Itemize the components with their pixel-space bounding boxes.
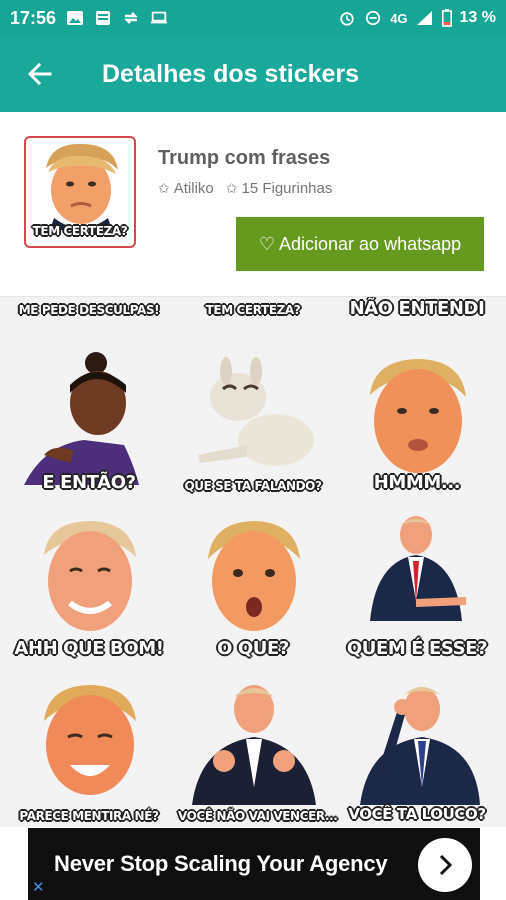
sticker-item[interactable]: AHH QUE BOM!	[14, 511, 164, 661]
laptop-icon	[150, 11, 168, 24]
sticker-caption: ME PEDE DESCULPAS!	[18, 303, 160, 317]
sticker-item[interactable]: QUEM É ESSE?	[342, 511, 492, 661]
battery-icon	[441, 9, 452, 27]
ad-text: Never Stop Scaling Your Agency	[54, 851, 388, 876]
ad-close-icon[interactable]: ✕	[32, 880, 48, 896]
pack-meta: ✩ Atiliko ✩ 15 Figurinhas	[158, 180, 332, 197]
sticker-grid: ME PEDE DESCULPAS! TEM CERTEZA? NÃO ENTE…	[0, 297, 506, 827]
sticker-item[interactable]: TEM CERTEZA?	[178, 297, 328, 319]
sticker-item[interactable]: PARECE MENTIRA NÉ?	[14, 675, 164, 825]
sticker-caption: TEM CERTEZA?	[205, 303, 301, 317]
sticker-caption: PARECE MENTIRA NÉ?	[19, 809, 159, 823]
sticker-item[interactable]: O QUE?	[178, 511, 328, 661]
trump-fists-image	[192, 685, 316, 805]
sticker-item[interactable]: ME PEDE DESCULPAS!	[14, 297, 164, 319]
notes-icon	[96, 11, 111, 25]
back-arrow-icon	[27, 62, 52, 86]
sticker-caption: QUEM É ESSE?	[346, 638, 488, 659]
star-icon: ✩	[225, 180, 238, 196]
pack-thumbnail[interactable]: TEM CERTEZA?	[24, 136, 136, 248]
sticker-caption: O QUE?	[217, 638, 289, 659]
sticker-item[interactable]: QUE SE TA FALANDO?	[178, 345, 328, 495]
sticker-caption: QUE SE TA FALANDO?	[184, 479, 322, 493]
back-button[interactable]	[12, 46, 68, 102]
sticker-caption: HMMM...	[373, 472, 461, 493]
status-bar: 17:56 4G 13 %	[0, 0, 506, 36]
sticker-caption: AHH QUE BOM!	[14, 638, 164, 659]
pack-author: Atiliko	[173, 180, 214, 197]
sticker-caption: VOCÊ NÃO VAI VENCER...	[178, 809, 338, 823]
sticker-item[interactable]: VOCÊ NÃO VAI VENCER...	[178, 675, 338, 825]
battery-level: 13 %	[459, 9, 496, 26]
sticker-caption: NÃO ENTENDI	[349, 298, 485, 319]
signal-icon	[416, 11, 432, 25]
sticker-item[interactable]: HMMM...	[342, 345, 492, 495]
sticker-item[interactable]: E ENTÃO?	[14, 345, 164, 495]
status-icons-right: 4G 13 %	[338, 9, 496, 27]
ad-banner[interactable]: Never Stop Scaling Your Agency ✕	[28, 828, 480, 900]
thumb-caption: TEM CERTEZA?	[32, 224, 128, 238]
trump-temple-image	[360, 687, 480, 805]
sticker-item[interactable]: NÃO ENTENDI	[342, 297, 492, 321]
sync-icon	[124, 12, 138, 24]
app-bar: Detalhes dos stickers	[0, 36, 506, 112]
image-icon	[67, 11, 84, 25]
count-item: ✩ 15 Figurinhas	[226, 180, 333, 197]
author-item: ✩ Atiliko	[158, 180, 214, 197]
add-to-whatsapp-button[interactable]: ♡ Adicionar ao whatsapp	[236, 217, 484, 271]
star-icon: ✩	[158, 180, 170, 196]
sticker-caption: VOCÊ TA LOUCO?	[348, 805, 486, 823]
sticker-count: 15 Figurinhas	[241, 180, 333, 197]
page-title: Detalhes dos stickers	[102, 59, 360, 88]
sticker-caption: E ENTÃO?	[42, 472, 136, 493]
do-not-disturb-icon	[366, 10, 381, 26]
network-label: 4G	[390, 10, 408, 26]
sticker-item[interactable]: VOCÊ TA LOUCO?	[342, 675, 492, 825]
chevron-right-icon	[439, 854, 453, 876]
ad-arrow-button[interactable]	[418, 838, 472, 892]
trump-laughing-image	[44, 685, 136, 795]
pack-header: TEM CERTEZA? Trump com frases ✩ Atiliko …	[0, 112, 506, 297]
alarm-icon	[340, 12, 354, 26]
pack-name: Trump com frases	[158, 147, 331, 169]
status-icons-left	[66, 10, 168, 26]
status-time: 17:56	[10, 7, 57, 28]
dog-eyebrows-image	[198, 357, 314, 466]
